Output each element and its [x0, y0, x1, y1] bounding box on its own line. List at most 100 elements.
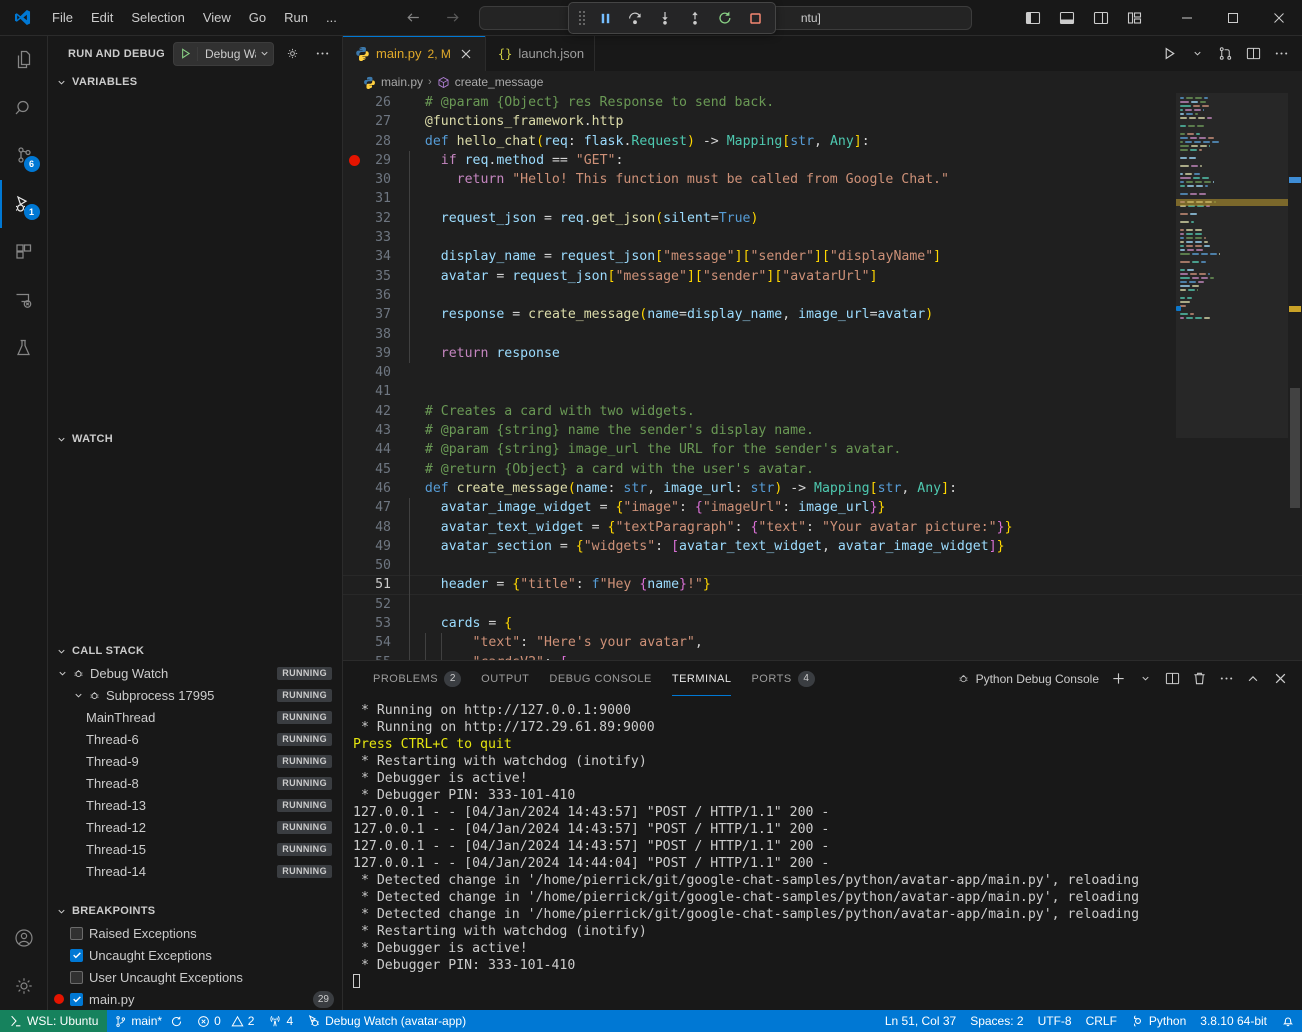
editor-more-actions-icon[interactable]	[1268, 41, 1294, 67]
section-header-watch[interactable]: WATCH	[48, 428, 342, 450]
toggle-secondary-sidebar-icon[interactable]	[1086, 5, 1116, 31]
code-line[interactable]: 42 # Creates a card with two widgets.	[343, 402, 1302, 421]
code-line[interactable]: 27 @functions_framework.http	[343, 112, 1302, 131]
activitybar-item-explorer[interactable]	[0, 36, 48, 84]
status-notifications[interactable]	[1274, 1010, 1302, 1032]
code-line[interactable]: 36	[343, 286, 1302, 305]
code-line[interactable]: 50	[343, 556, 1302, 575]
toggle-panel-icon[interactable]	[1052, 5, 1082, 31]
code-line[interactable]: 46 def create_message(name: str, image_u…	[343, 479, 1302, 498]
code-line[interactable]: 38	[343, 325, 1302, 344]
status-interpreter-version[interactable]: 3.8.10 64-bit	[1193, 1010, 1274, 1032]
kill-terminal-icon[interactable]	[1187, 667, 1211, 691]
breakpoint-checkbox[interactable]	[70, 949, 83, 962]
call-stack-row[interactable]: Thread-15RUNNING	[48, 838, 342, 860]
breakpoint-checkbox[interactable]	[70, 993, 83, 1006]
breakpoint-checkbox[interactable]	[70, 927, 83, 940]
toggle-primary-sidebar-icon[interactable]	[1018, 5, 1048, 31]
drag-handle-icon[interactable]	[575, 11, 589, 25]
terminal-profile-chevron-down-icon[interactable]	[1133, 667, 1157, 691]
call-stack-row[interactable]: Subprocess 17995RUNNING	[48, 684, 342, 706]
menu-go[interactable]: Go	[241, 6, 274, 29]
breakpoint-row[interactable]: main.py29	[48, 988, 342, 1010]
window-minimize-button[interactable]	[1164, 0, 1210, 36]
code-line[interactable]: 40	[343, 363, 1302, 382]
pause-icon[interactable]	[591, 6, 619, 30]
code-line[interactable]: 32 request_json = req.get_json(silent=Tr…	[343, 209, 1302, 228]
code-line[interactable]: 53 cards = {	[343, 614, 1302, 633]
breakpoint-row[interactable]: Raised Exceptions	[48, 922, 342, 944]
editor-scrollbar-thumb[interactable]	[1290, 388, 1300, 508]
activitybar-item-remote-explorer[interactable]	[0, 276, 48, 324]
activitybar-item-accounts[interactable]	[0, 914, 48, 962]
run-options-chevron-down-icon[interactable]	[1184, 41, 1210, 67]
restart-icon[interactable]	[711, 6, 739, 30]
status-eol[interactable]: CRLF	[1079, 1010, 1124, 1032]
active-terminal-label[interactable]: Python Debug Console	[956, 671, 1099, 686]
code-line[interactable]: 45 # @return {Object} a card with the us…	[343, 460, 1302, 479]
code-line[interactable]: 41	[343, 382, 1302, 401]
activitybar-item-source-control[interactable]: 6	[0, 132, 48, 180]
panel-tab-ports[interactable]: PORTS 4	[741, 661, 824, 696]
chevron-down-icon[interactable]	[70, 690, 86, 701]
chevron-down-icon[interactable]	[256, 48, 273, 59]
call-stack-row[interactable]: Thread-6RUNNING	[48, 728, 342, 750]
code-line[interactable]: 55 "cardsV2": [	[343, 653, 1302, 660]
code-line[interactable]: 26 # @param {Object} res Response to sen…	[343, 93, 1302, 112]
breakpoint-row[interactable]: User Uncaught Exceptions	[48, 966, 342, 988]
breadcrumb-item-file[interactable]: main.py	[363, 75, 423, 89]
status-cursor-position[interactable]: Ln 51, Col 37	[878, 1010, 963, 1032]
call-stack-row[interactable]: Thread-13RUNNING	[48, 794, 342, 816]
section-header-breakpoints[interactable]: BREAKPOINTS	[48, 900, 342, 922]
activitybar-item-search[interactable]	[0, 84, 48, 132]
stop-icon[interactable]	[741, 6, 769, 30]
call-stack-row[interactable]: MainThreadRUNNING	[48, 706, 342, 728]
status-remote-indicator[interactable]: WSL: Ubuntu	[0, 1010, 107, 1032]
split-editor-right-icon[interactable]	[1240, 41, 1266, 67]
call-stack-row[interactable]: Thread-8RUNNING	[48, 772, 342, 794]
tab-close-icon[interactable]	[457, 45, 475, 63]
menu-file[interactable]: File	[44, 6, 81, 29]
section-header-variables[interactable]: VARIABLES	[48, 71, 342, 93]
code-line[interactable]: 43 # @param {string} name the sender's d…	[343, 421, 1302, 440]
window-maximize-button[interactable]	[1210, 0, 1256, 36]
debug-configuration-select[interactable]: Debug Wa	[173, 42, 274, 66]
status-branch[interactable]: main*	[107, 1010, 190, 1032]
breadcrumb-item-symbol[interactable]: create_message	[437, 75, 544, 89]
code-line[interactable]: 31	[343, 189, 1302, 208]
activitybar-item-extensions[interactable]	[0, 228, 48, 276]
source-control-compare-icon[interactable]	[1212, 41, 1238, 67]
breakpoint-checkbox[interactable]	[70, 971, 83, 984]
code-line[interactable]: 44 # @param {string} image_url the URL f…	[343, 440, 1302, 459]
tab-launch-json[interactable]: {} launch.json	[486, 36, 595, 71]
editor-breakpoint-gutter[interactable]	[343, 155, 365, 166]
activitybar-item-testing[interactable]	[0, 324, 48, 372]
chevron-down-icon[interactable]	[54, 668, 70, 679]
sync-changes-icon[interactable]	[170, 1015, 183, 1028]
call-stack-row[interactable]: Thread-9RUNNING	[48, 750, 342, 772]
menu-edit[interactable]: Edit	[83, 6, 121, 29]
panel-more-actions-icon[interactable]	[1214, 667, 1238, 691]
code-line[interactable]: 35 avatar = request_json["message"]["sen…	[343, 267, 1302, 286]
activitybar-item-run-and-debug[interactable]: 1	[0, 180, 48, 228]
run-python-file-icon[interactable]	[1156, 41, 1182, 67]
customize-layout-icon[interactable]	[1120, 5, 1150, 31]
step-out-icon[interactable]	[681, 6, 709, 30]
minimap[interactable]	[1176, 93, 1288, 660]
call-stack-row[interactable]: Debug WatchRUNNING	[48, 662, 342, 684]
go-back-icon[interactable]	[405, 9, 422, 26]
minimap-slider[interactable]	[1176, 93, 1288, 438]
code-line[interactable]: 47 avatar_image_widget = {"image": {"ima…	[343, 498, 1302, 517]
call-stack-row[interactable]: Thread-14RUNNING	[48, 860, 342, 882]
code-editor[interactable]: 26 # @param {Object} res Response to sen…	[343, 93, 1302, 660]
close-panel-icon[interactable]	[1268, 667, 1292, 691]
code-line[interactable]: 54 "text": "Here's your avatar",	[343, 633, 1302, 652]
panel-tab-terminal[interactable]: TERMINAL	[662, 661, 742, 696]
status-indentation[interactable]: Spaces: 2	[963, 1010, 1030, 1032]
code-line[interactable]: 37 response = create_message(name=displa…	[343, 305, 1302, 324]
status-language-mode[interactable]: Python	[1124, 1010, 1193, 1032]
step-into-icon[interactable]	[651, 6, 679, 30]
status-problems[interactable]: 0 2	[190, 1010, 261, 1032]
sidebar-more-actions-icon[interactable]	[312, 42, 334, 66]
breakpoint-row[interactable]: Uncaught Exceptions	[48, 944, 342, 966]
